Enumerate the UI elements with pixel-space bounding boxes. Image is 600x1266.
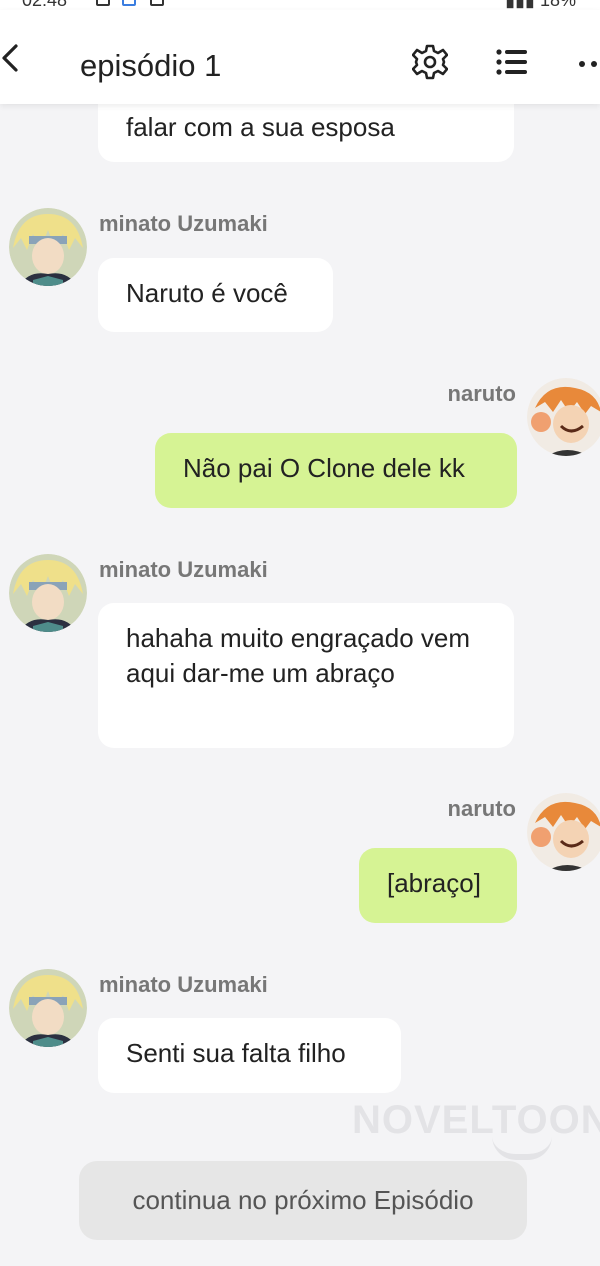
avatar-minato[interactable] [9, 208, 87, 286]
naruto-avatar-icon [527, 378, 600, 456]
message-text: falar com a sua esposa [126, 112, 395, 142]
chapter-list-button[interactable] [494, 44, 530, 80]
chat-bubble: Naruto é você [98, 258, 333, 332]
sender-name: naruto [447, 381, 516, 406]
message-text: [abraço] [387, 868, 481, 898]
chat-bubble-me: Não pai O Clone dele kk [155, 433, 517, 508]
gear-icon [411, 44, 449, 80]
avatar-naruto[interactable] [527, 793, 600, 871]
minato-avatar-icon [9, 969, 87, 1047]
avatar-naruto[interactable] [527, 378, 600, 456]
settings-button[interactable] [411, 44, 449, 80]
naruto-avatar-icon [527, 793, 600, 871]
sender-name: naruto [447, 796, 516, 821]
continue-next-episode-button[interactable]: continua no próximo Episódio [79, 1161, 527, 1240]
chat-bubble-me: [abraço] [359, 848, 517, 923]
avatar-minato[interactable] [9, 969, 87, 1047]
more-icon [579, 61, 597, 67]
sender-name: minato Uzumaki [99, 972, 268, 997]
more-options-button[interactable] [572, 44, 600, 80]
message-text: Senti sua falta filho [126, 1038, 346, 1068]
avatar-minato[interactable] [9, 554, 87, 632]
minato-avatar-icon [9, 208, 87, 286]
sender-name: minato Uzumaki [99, 211, 268, 236]
chat-area[interactable]: falar com a sua esposa minato Uzumaki Na… [0, 0, 600, 1266]
top-bar: episódio 1 [0, 10, 600, 104]
list-icon [496, 49, 527, 75]
watermark-text: NOVELTOON [352, 1098, 600, 1142]
message-text: Naruto é você [126, 278, 288, 308]
minato-avatar-icon [9, 554, 87, 632]
watermark-smile-icon [492, 1136, 552, 1160]
message-text: hahaha muito engraçado vem aqui dar-me u… [126, 623, 471, 688]
chat-bubble: Senti sua falta filho [98, 1018, 401, 1093]
watermark-logo: NOVELTOON [352, 1098, 600, 1160]
page-title: episódio 1 [80, 48, 222, 83]
chevron-left-icon [2, 44, 18, 72]
back-button[interactable] [0, 42, 28, 74]
message-text: Não pai O Clone dele kk [183, 453, 465, 483]
sender-name: minato Uzumaki [99, 557, 268, 582]
chat-bubble: hahaha muito engraçado vem aqui dar-me u… [98, 603, 514, 748]
